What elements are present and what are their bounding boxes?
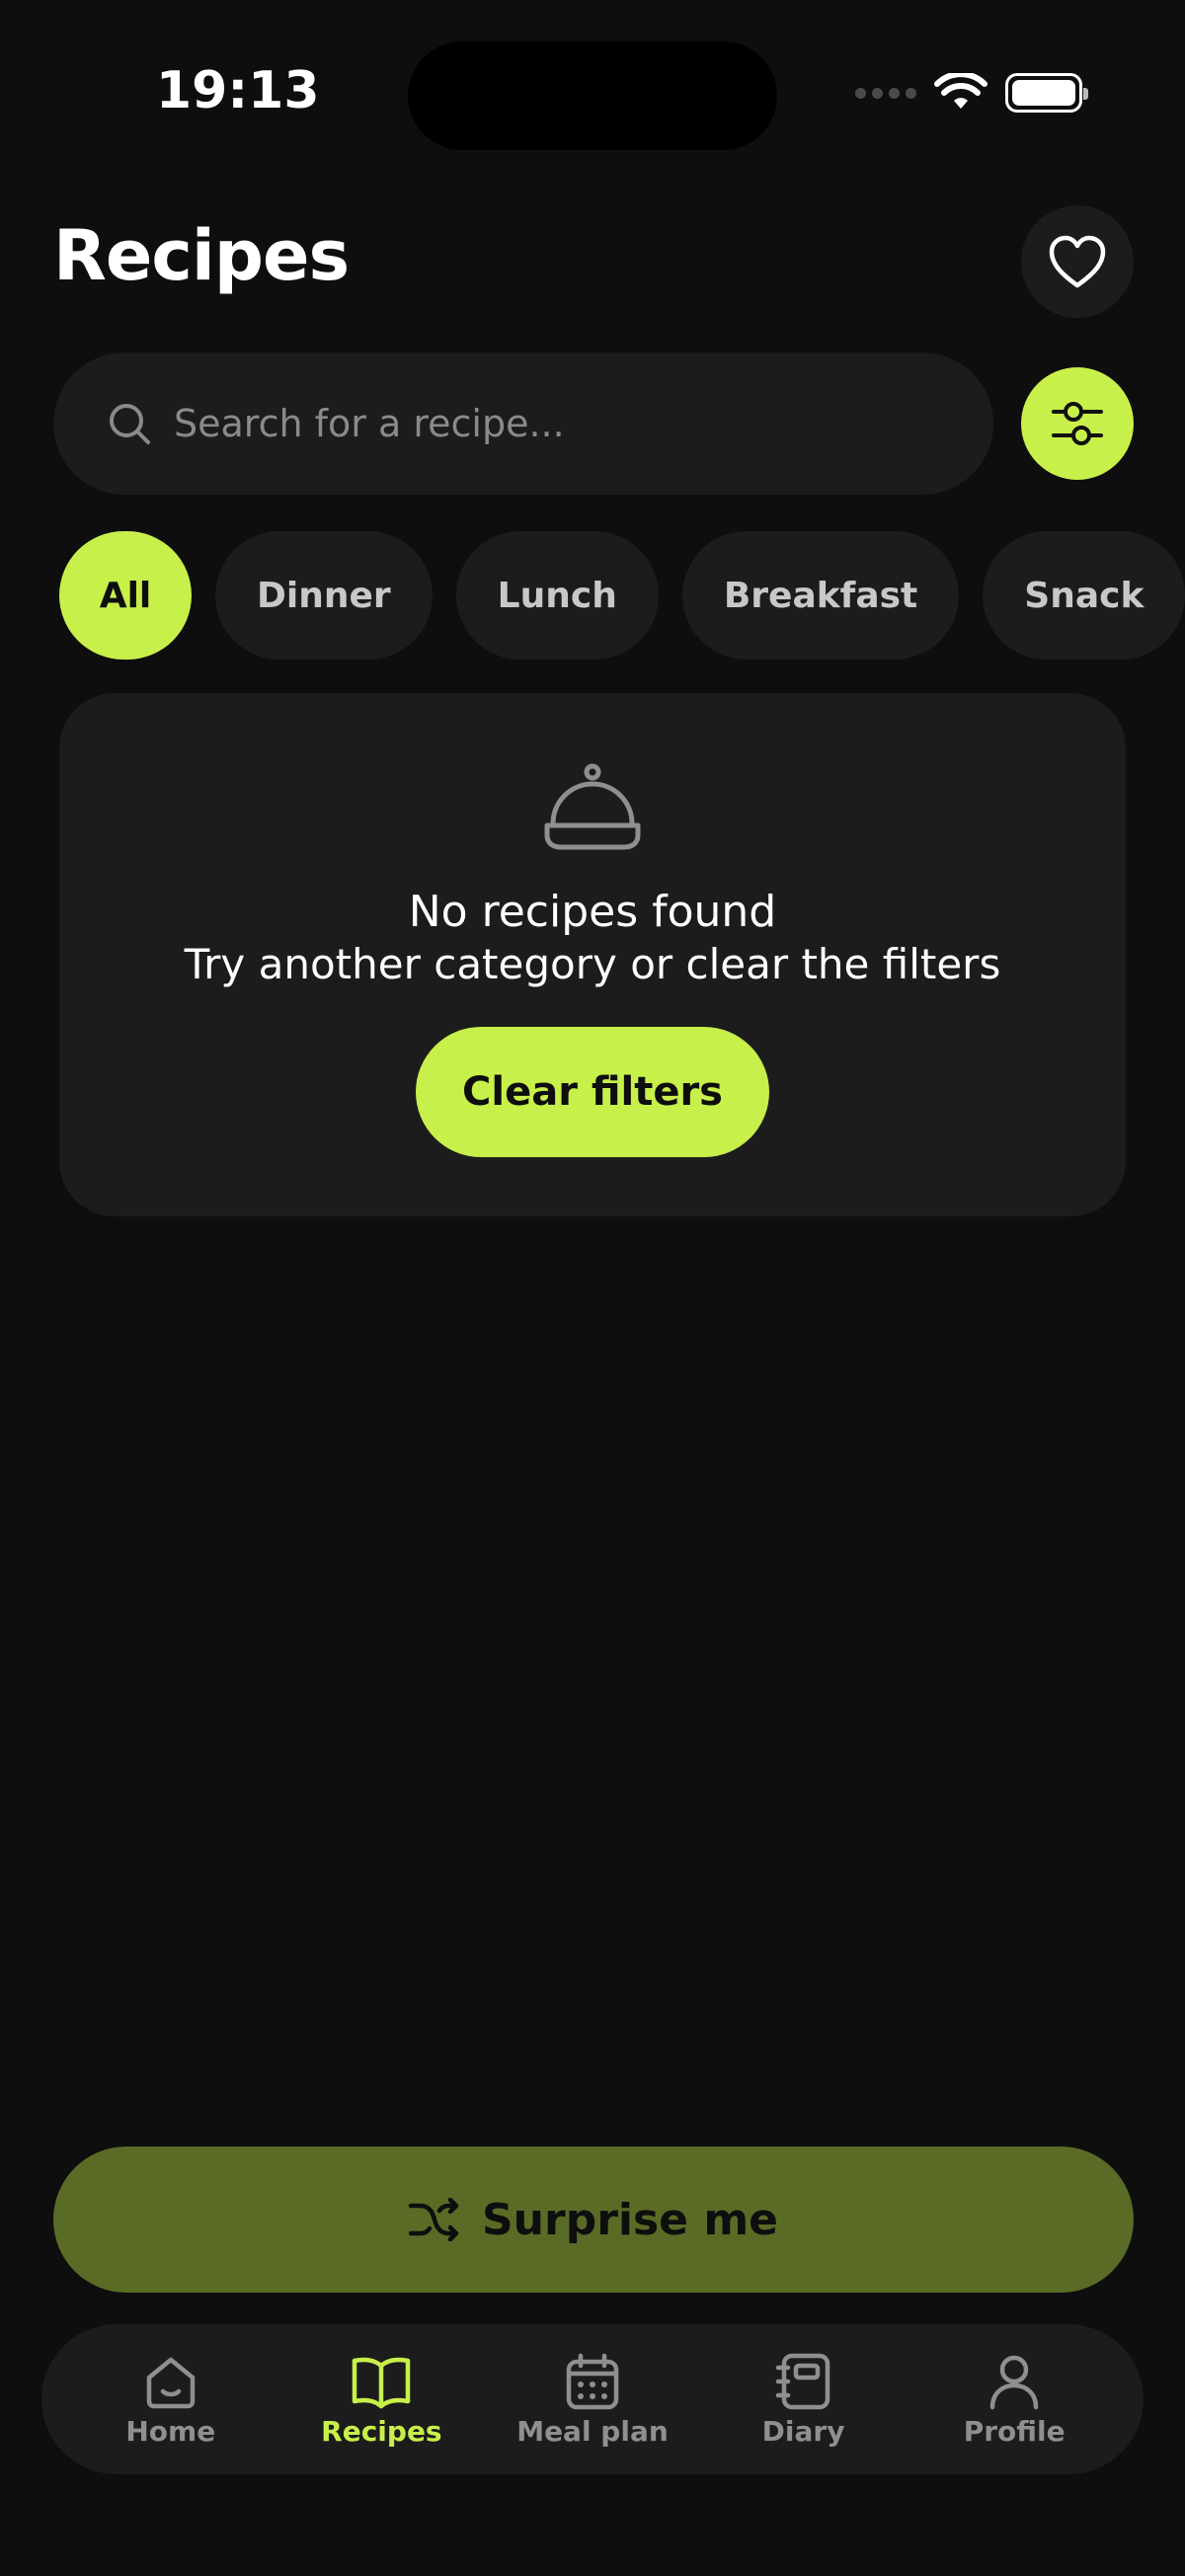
shuffle-icon [408,2198,459,2241]
empty-state-title: No recipes found [408,887,777,937]
search-input[interactable] [174,402,944,445]
surprise-me-button[interactable]: Surprise me [53,2147,1134,2293]
tab-label-home: Home [125,2414,216,2448]
tab-home[interactable]: Home [72,2352,270,2448]
bottom-tab-bar: Home Recipes Meal plan Diary Profile [41,2324,1144,2474]
chip-all[interactable]: All [59,531,192,660]
empty-state-subtitle: Try another category or clear the filter… [184,940,1001,988]
chip-breakfast[interactable]: Breakfast [681,531,960,660]
cellular-signal-icon [855,87,916,99]
home-icon [146,2357,196,2408]
tab-label-diary: Diary [761,2414,845,2448]
tab-label-meal-plan: Meal plan [516,2414,669,2448]
sliders-icon [1052,402,1103,445]
search-bar[interactable] [53,352,993,495]
filter-button[interactable] [1021,367,1134,480]
clear-filters-button[interactable]: Clear filters [416,1027,769,1157]
tab-label-recipes: Recipes [321,2414,442,2448]
tab-diary[interactable]: Diary [705,2352,903,2448]
page-title: Recipes [53,215,350,296]
surprise-me-label: Surprise me [481,2194,779,2245]
profile-icon [989,2355,1039,2409]
tab-recipes[interactable]: Recipes [282,2352,480,2448]
chip-snack[interactable]: Snack [983,531,1185,660]
diary-icon [775,2353,830,2409]
empty-state-card: No recipes found Try another category or… [59,693,1126,1216]
tab-label-profile: Profile [963,2414,1066,2448]
tab-profile[interactable]: Profile [915,2352,1113,2448]
wifi-icon [934,73,988,109]
recipes-screen: 19:13 Recipes Search for a recipe... All… [0,0,1185,2576]
battery-icon [1005,73,1088,113]
chip-dinner[interactable]: Dinner [215,531,433,660]
tab-meal-plan[interactable]: Meal plan [494,2352,691,2448]
dynamic-island [408,41,777,150]
status-icons [855,73,1088,113]
favorites-button[interactable] [1021,205,1134,318]
book-icon [353,2357,411,2408]
chip-lunch[interactable]: Lunch [455,531,659,660]
heart-icon [1049,235,1106,288]
status-time: 19:13 [156,61,320,120]
category-chips: All Dinner Lunch Breakfast Snack [59,531,1185,660]
cloche-icon [544,763,641,850]
calendar-icon [566,2353,619,2409]
search-icon [110,404,150,444]
